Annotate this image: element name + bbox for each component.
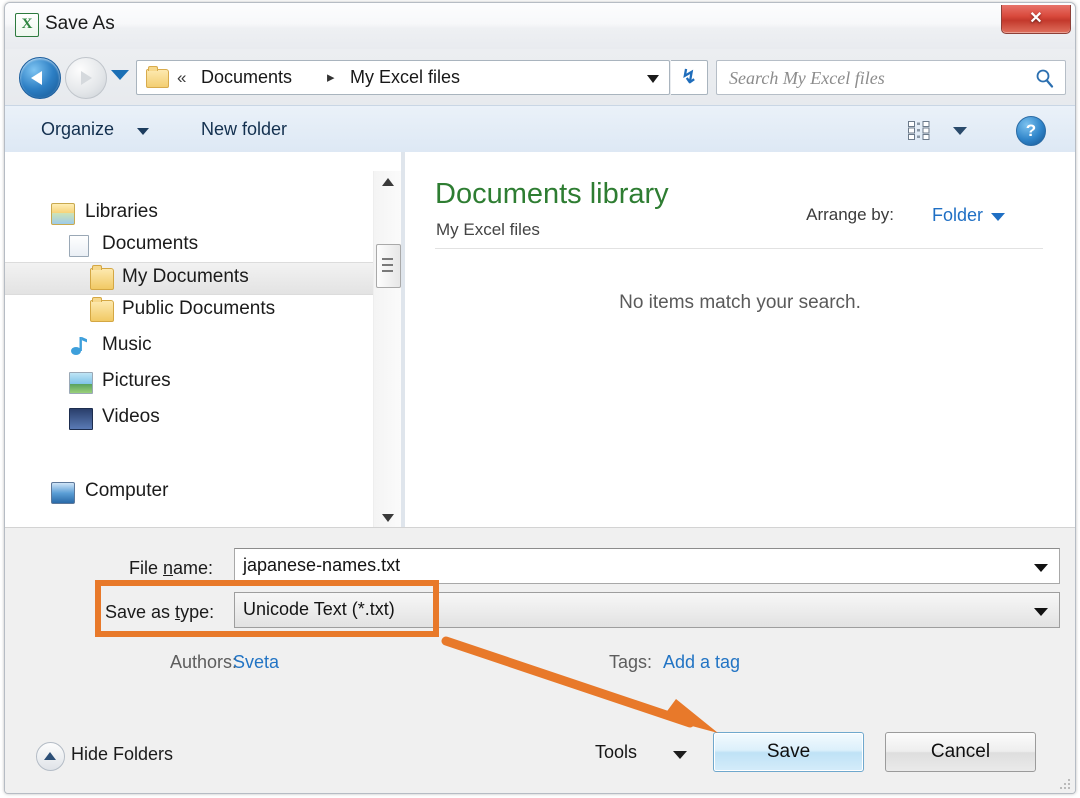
scroll-up-arrow-icon[interactable]: [374, 171, 401, 191]
library-subtitle: My Excel files: [436, 220, 540, 240]
new-folder-button[interactable]: New folder: [201, 119, 287, 140]
navigation-scrollbar[interactable]: [373, 171, 401, 527]
file-name-label: File name:: [129, 558, 213, 579]
sidebar-item-label: Computer: [85, 480, 168, 502]
authors-label: Authors:: [170, 652, 237, 673]
navigation-pane: Libraries Documents My Documents Public …: [5, 152, 401, 527]
organize-button[interactable]: Organize: [41, 119, 114, 140]
sidebar-item-music[interactable]: Music: [5, 331, 401, 362]
tags-label: Tags:: [609, 652, 652, 673]
empty-list-message: No items match your search.: [405, 292, 1075, 314]
collapse-up-icon[interactable]: [36, 742, 65, 771]
window-title: Save As: [45, 13, 115, 35]
save-form-area: File name: japanese-names.txt Save as ty…: [5, 527, 1075, 793]
authors-value[interactable]: Sveta: [233, 652, 279, 673]
chevron-down-icon[interactable]: [953, 127, 967, 135]
chevron-down-icon[interactable]: [1034, 608, 1048, 616]
address-bar-row: « Documents ▸ My Excel files ↯ Search My…: [5, 49, 1075, 105]
search-placeholder: Search My Excel files: [729, 68, 885, 89]
save-as-type-value: Unicode Text (*.txt): [243, 599, 395, 620]
refresh-icon[interactable]: ↯: [671, 60, 708, 95]
library-title: Documents library: [435, 178, 669, 211]
chevron-down-icon[interactable]: [647, 75, 659, 83]
title-bar: X Save As ✕: [5, 3, 1075, 50]
divider: [435, 248, 1043, 249]
chevron-down-icon[interactable]: [991, 213, 1005, 221]
sidebar-item-label: My Documents: [122, 266, 249, 288]
forward-arrow-icon[interactable]: [65, 57, 107, 99]
address-bar[interactable]: « Documents ▸ My Excel files: [136, 60, 670, 95]
chevron-down-icon[interactable]: [673, 751, 687, 759]
library-icon: [51, 203, 75, 225]
sidebar-item-libraries[interactable]: Libraries: [5, 198, 401, 229]
sidebar-item-my-documents[interactable]: My Documents: [5, 262, 401, 295]
file-name-input[interactable]: japanese-names.txt: [234, 548, 1060, 584]
search-icon: [1035, 68, 1055, 88]
sidebar-item-label: Documents: [102, 233, 198, 255]
resize-grip[interactable]: [1058, 777, 1071, 790]
folder-icon: [90, 268, 114, 290]
close-button[interactable]: ✕: [1001, 5, 1071, 34]
sidebar-item-public-documents[interactable]: Public Documents: [5, 295, 401, 326]
add-a-tag-link[interactable]: Add a tag: [663, 652, 740, 673]
save-as-type-select[interactable]: Unicode Text (*.txt): [234, 592, 1060, 628]
sidebar-item-documents[interactable]: Documents: [5, 230, 401, 261]
back-arrow-icon[interactable]: [19, 57, 61, 99]
arrange-by-value[interactable]: Folder: [932, 205, 983, 226]
sidebar-item-computer[interactable]: Computer: [5, 477, 401, 508]
search-input[interactable]: Search My Excel files: [716, 60, 1066, 95]
excel-icon: X: [15, 13, 39, 37]
save-as-type-label: Save as type:: [105, 602, 214, 623]
save-button[interactable]: Save: [713, 732, 864, 772]
document-library-icon: [69, 235, 89, 257]
tools-button[interactable]: Tools: [595, 742, 637, 763]
help-button[interactable]: ?: [1016, 116, 1046, 146]
breadcrumb-overflow-icon[interactable]: «: [177, 68, 186, 88]
save-as-dialog: X Save As ✕ « Documents ▸ My Excel files…: [4, 2, 1076, 794]
scrollbar-thumb[interactable]: [376, 244, 401, 288]
folder-icon: [90, 300, 114, 322]
sidebar-item-label: Public Documents: [122, 298, 275, 320]
breadcrumb-item-my-excel-files[interactable]: My Excel files: [350, 67, 460, 88]
file-list-pane[interactable]: Documents library My Excel files Arrange…: [405, 152, 1075, 527]
history-dropdown-icon[interactable]: [111, 70, 129, 80]
chevron-down-icon[interactable]: [137, 128, 149, 135]
sidebar-item-videos[interactable]: Videos: [5, 403, 401, 434]
breadcrumb-item-documents[interactable]: Documents: [201, 67, 292, 88]
picture-icon: [69, 372, 93, 394]
view-layout-icon[interactable]: [908, 121, 936, 140]
file-name-value: japanese-names.txt: [243, 555, 400, 576]
sidebar-item-label: Libraries: [85, 201, 158, 223]
cancel-button[interactable]: Cancel: [885, 732, 1036, 772]
sidebar-item-pictures[interactable]: Pictures: [5, 367, 401, 398]
scroll-down-arrow-icon[interactable]: [374, 507, 401, 527]
chevron-down-icon[interactable]: [1034, 564, 1048, 572]
arrange-by-label: Arrange by:: [806, 205, 894, 225]
folder-icon: [146, 69, 169, 88]
sidebar-item-label: Pictures: [102, 370, 171, 392]
video-icon: [69, 408, 93, 430]
sidebar-item-label: Music: [102, 334, 152, 356]
breadcrumb-separator-icon[interactable]: ▸: [327, 68, 335, 86]
sidebar-item-label: Videos: [102, 406, 160, 428]
computer-icon: [51, 482, 75, 504]
hide-folders-button[interactable]: Hide Folders: [71, 744, 173, 765]
command-bar: Organize New folder ?: [5, 105, 1075, 154]
music-note-icon: [69, 336, 91, 356]
